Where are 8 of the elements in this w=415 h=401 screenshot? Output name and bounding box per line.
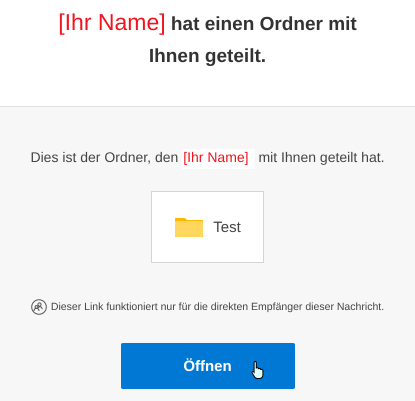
heading: [Ihr Name] hat einen Ordner mit Ihnen geteilt. (57, 8, 358, 69)
pointer-cursor-icon (250, 360, 264, 380)
folder-card[interactable]: Test (151, 191, 264, 263)
notice-text: Dieser Link funktioniert nur für die direkten Empfänger dieser Nachricht. (50, 301, 384, 313)
people-icon (30, 299, 47, 315)
folder-name: Test (213, 218, 241, 236)
folder-icon (174, 216, 204, 238)
open-button[interactable]: Öffnen (120, 343, 294, 389)
